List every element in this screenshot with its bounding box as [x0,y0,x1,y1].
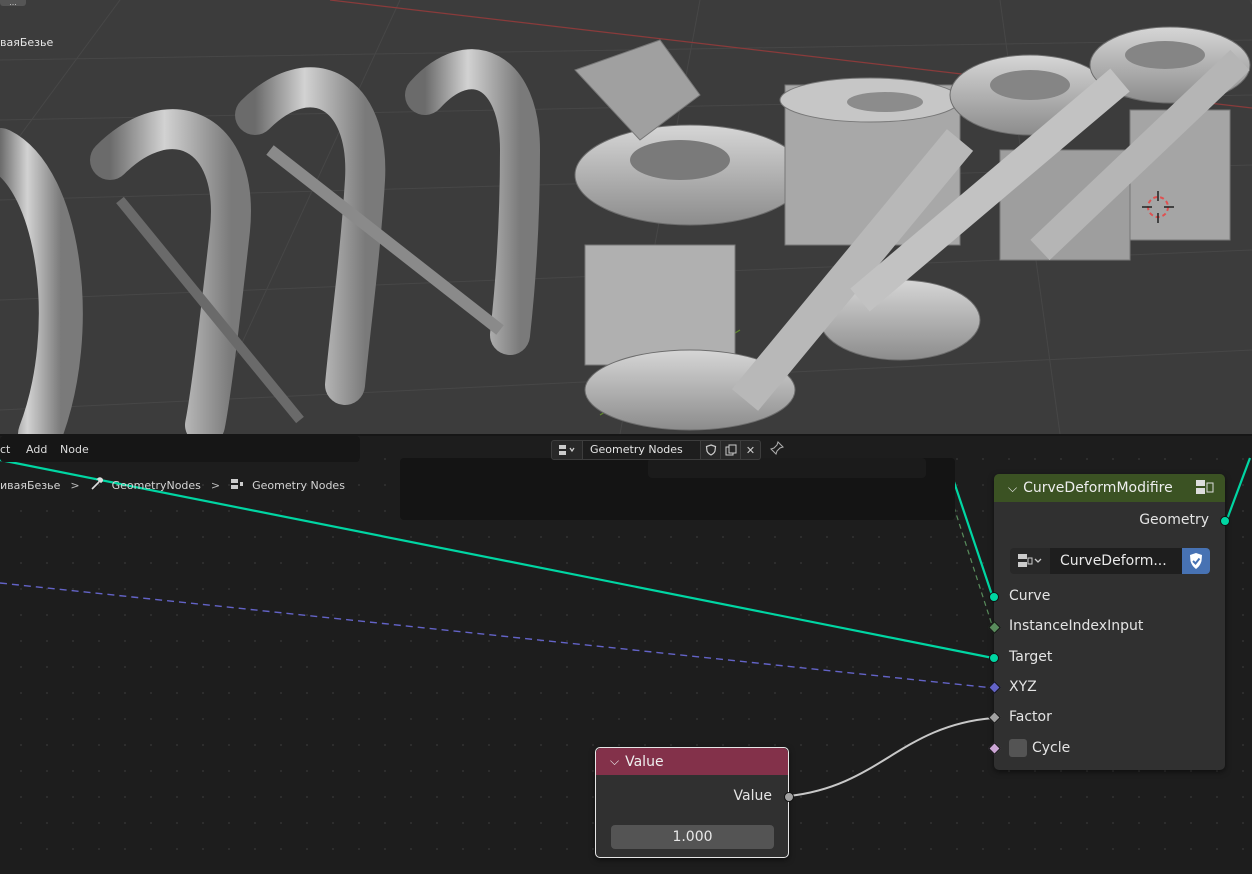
input-cycle-label: Cycle [1032,740,1071,756]
node-tree-selector[interactable]: Geometry Nodes ✕ [551,440,761,460]
input-xyz-label: XYZ [1009,679,1037,695]
node-tree-icon[interactable] [551,440,583,460]
breadcrumb-object: иваяБезье [0,478,61,492]
output-value-socket[interactable] [784,792,794,802]
output-value-label: Value [733,788,772,804]
chevron-right-icon: > [70,478,80,492]
viewport-scene [0,0,1252,434]
value-node[interactable]: ⌵ Value Value 1.000 [595,747,794,858]
node-group-selector[interactable]: CurveDeform... [1010,548,1210,574]
input-instance-index-label: InstanceIndexInput [1009,618,1144,634]
menu-add[interactable]: Add [26,443,47,456]
3d-viewport[interactable]: ... ваяБезье [0,0,1252,434]
node-editor[interactable]: ct Add Node Geometry Nodes ✕ иваяБезье >… [0,436,1252,874]
chevron-right-icon: > [210,478,221,492]
pin-icon[interactable] [769,440,785,458]
breadcrumb-modifier: GeometryNodes [111,478,201,492]
link-geometry-out [1224,457,1252,523]
link-factor [788,717,994,797]
fake-user-shield-icon[interactable] [1182,548,1210,574]
collapse-chevron-icon[interactable]: ⌵ [610,754,619,769]
node-editor-menubar: ct Add Node Geometry Nodes ✕ [0,436,1252,464]
curve-deform-group-node[interactable]: ⌵ CurveDeformModifire Geometry CurveDefo… [988,474,1230,770]
duplicate-icon[interactable] [721,440,741,460]
input-curve-socket[interactable] [989,592,999,602]
value-field[interactable]: 1.000 [611,825,774,849]
node-tree-icon[interactable] [1010,548,1050,574]
menu-select[interactable]: ct [0,443,10,456]
collapse-chevron-icon[interactable]: ⌵ [1008,481,1017,496]
input-target-socket[interactable] [989,653,999,663]
output-geometry-socket[interactable] [1220,516,1230,526]
fake-user-shield-icon[interactable] [701,440,721,460]
link-xyz [0,582,994,689]
node-group-name-field[interactable]: CurveDeform... [1050,548,1182,574]
node-header[interactable]: ⌵ Value [596,748,788,775]
close-icon[interactable]: ✕ [741,440,761,460]
node-header[interactable]: ⌵ CurveDeformModifire [994,474,1225,502]
viewport-object-label: ваяБезье [0,36,54,49]
cycle-checkbox[interactable] [1009,739,1027,757]
node-title: Value [625,753,664,770]
breadcrumb-tree: Geometry Nodes [252,478,345,492]
input-curve-label: Curve [1009,588,1051,604]
node-tree-name-field[interactable]: Geometry Nodes [583,440,701,460]
input-target-label: Target [1009,649,1053,665]
output-geometry-label: Geometry [1139,512,1209,528]
breadcrumb: иваяБезье > GeometryNodes > Geometry Nod… [0,477,345,493]
node-title: CurveDeformModifire [1023,480,1173,496]
node-group-icon[interactable] [1195,478,1215,500]
wrench-icon [90,477,104,493]
node-tree-icon [230,478,244,493]
viewport-corner-button[interactable]: ... [0,0,26,7]
menu-node[interactable]: Node [60,443,89,456]
input-factor-label: Factor [1009,709,1052,725]
